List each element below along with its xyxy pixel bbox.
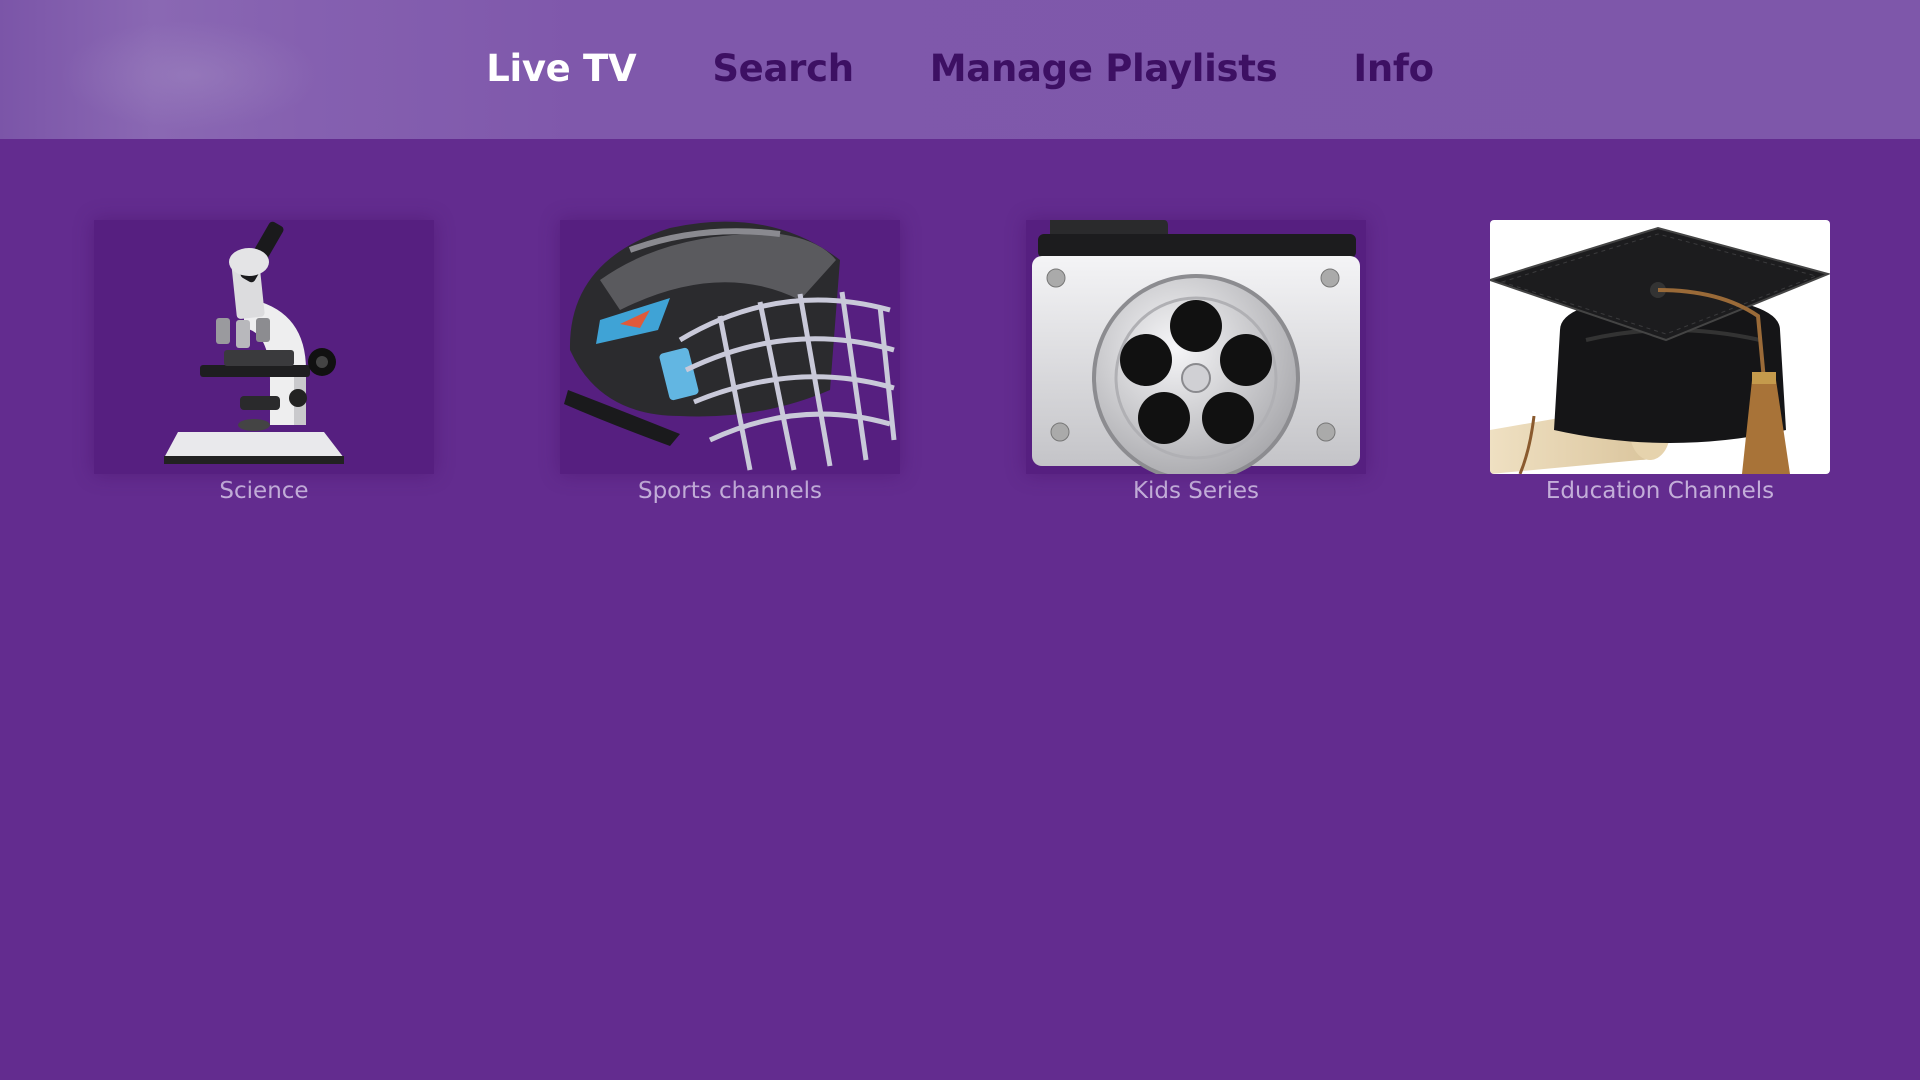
microscope-icon [164, 221, 344, 464]
category-tile-image [1026, 220, 1366, 474]
category-label: Sports channels [637, 478, 823, 504]
category-tile-image [1490, 220, 1830, 474]
category-label: Education Channels [1545, 478, 1775, 504]
tab-live-tv[interactable]: Live TV [486, 47, 636, 92]
tab-manage-playlists[interactable]: Manage Playlists [930, 47, 1278, 92]
category-tile-image [560, 220, 900, 474]
category-tile-kids-series[interactable]: Kids Series [1026, 220, 1366, 504]
category-tile-education[interactable]: Education Channels [1490, 220, 1830, 504]
tab-info[interactable]: Info [1353, 47, 1434, 92]
category-tile-sports[interactable]: Sports channels [560, 220, 900, 504]
film-reel-folder-icon [1032, 220, 1360, 474]
category-tile-image [94, 220, 434, 474]
tab-search[interactable]: Search [712, 47, 854, 92]
top-navigation-bar: Live TV Search Manage Playlists Info [0, 0, 1920, 139]
hockey-helmet-icon [564, 221, 897, 471]
category-tile-science[interactable]: Science [94, 220, 434, 504]
nav-tabs: Live TV Search Manage Playlists Info [0, 0, 1920, 139]
graduation-cap-icon [1490, 226, 1830, 474]
category-label: Science [219, 478, 309, 504]
category-label: Kids Series [1132, 478, 1260, 504]
